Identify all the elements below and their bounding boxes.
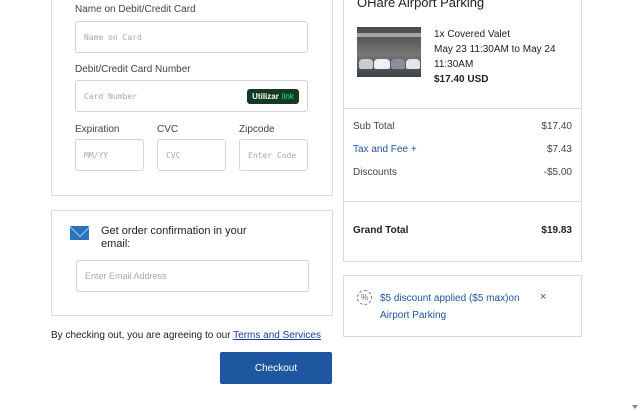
grand-total-value: $19.83 bbox=[541, 225, 572, 236]
terms-notice: By checking out, you are agreeing to our… bbox=[51, 330, 321, 341]
email-confirmation-text: Get order confirmation in your email: bbox=[101, 225, 247, 250]
card-payment-form: Name on Debit/Credit Card Name on Card D… bbox=[51, 0, 333, 196]
summary-title: OHare Airport Parking bbox=[357, 0, 485, 10]
scroll-down-icon[interactable] bbox=[632, 405, 638, 409]
name-on-card-input[interactable]: Name on Card bbox=[75, 21, 308, 53]
grand-total-row: Grand Total $19.83 bbox=[353, 225, 572, 236]
email-confirmation-box: Get order confirmation in your email: En… bbox=[51, 210, 333, 316]
grand-total-label: Grand Total bbox=[353, 225, 409, 236]
item-info: 1x Covered Valet May 23 11:30AM to May 2… bbox=[434, 27, 574, 87]
discounts-row: Discounts -$5.00 bbox=[353, 167, 572, 178]
cvc-label: CVC bbox=[157, 124, 179, 135]
email-placeholder: Enter Email Address bbox=[85, 271, 167, 281]
card-number-placeholder: Card Number bbox=[84, 92, 137, 101]
terms-text: By checking out, you are agreeing to our bbox=[51, 330, 234, 341]
car-shape bbox=[374, 59, 390, 69]
tax-fee-toggle[interactable]: Tax and Fee + bbox=[353, 144, 417, 155]
subtotal-label: Sub Total bbox=[353, 121, 395, 132]
subtotal-row: Sub Total $17.40 bbox=[353, 121, 572, 132]
tax-fee-row: Tax and Fee + $7.43 bbox=[353, 144, 572, 155]
parking-garage-image bbox=[357, 27, 421, 77]
item-price: $17.40 USD bbox=[434, 74, 489, 85]
email-input[interactable]: Enter Email Address bbox=[76, 260, 309, 292]
discounts-label: Discounts bbox=[353, 167, 397, 178]
item-name: 1x Covered Valet bbox=[434, 29, 510, 40]
discount-notice: % $5 discount applied ($5 max)on Airport… bbox=[343, 275, 582, 337]
checkout-button[interactable]: Checkout bbox=[220, 352, 332, 384]
tax-fee-value: $7.43 bbox=[546, 144, 572, 155]
car-shape bbox=[359, 59, 373, 69]
terms-link[interactable]: Terms and Services bbox=[233, 330, 321, 341]
percent-badge-icon: % bbox=[357, 290, 372, 305]
discounts-value: -$5.00 bbox=[543, 167, 572, 178]
item-dates: May 23 11:30AM to May 24 11:30AM bbox=[434, 44, 556, 70]
car-shape bbox=[391, 59, 405, 69]
order-summary: OHare Airport Parking 1x Covered Valet M… bbox=[343, 0, 582, 262]
cvc-input[interactable]: CVC bbox=[157, 139, 226, 171]
garage-beam bbox=[357, 33, 421, 37]
summary-divider bbox=[344, 108, 581, 109]
link-badge-brand: link bbox=[281, 92, 294, 101]
card-number-input[interactable]: Card Number Utilizar link bbox=[75, 80, 308, 112]
car-shape bbox=[406, 59, 420, 69]
expiration-placeholder: MM/YY bbox=[84, 151, 109, 160]
link-pay-button[interactable]: Utilizar link bbox=[247, 89, 299, 104]
card-number-label: Debit/Credit Card Number bbox=[75, 64, 191, 75]
zipcode-placeholder: Enter Code bbox=[248, 151, 297, 160]
subtotal-value: $17.40 bbox=[541, 121, 572, 132]
expiration-label: Expiration bbox=[75, 124, 120, 135]
link-badge-prefix: Utilizar bbox=[252, 92, 279, 101]
name-on-card-placeholder: Name on Card bbox=[84, 33, 142, 42]
name-on-card-label: Name on Debit/Credit Card bbox=[75, 4, 196, 15]
cvc-placeholder: CVC bbox=[166, 151, 181, 160]
zipcode-label: Zipcode bbox=[239, 124, 275, 135]
zipcode-input[interactable]: Enter Code bbox=[239, 139, 308, 171]
expiration-input[interactable]: MM/YY bbox=[75, 139, 144, 171]
summary-divider bbox=[344, 201, 581, 202]
envelope-icon bbox=[70, 226, 89, 240]
close-icon[interactable]: × bbox=[540, 291, 546, 303]
discount-text: $5 discount applied ($5 max)on Airport P… bbox=[380, 293, 520, 321]
